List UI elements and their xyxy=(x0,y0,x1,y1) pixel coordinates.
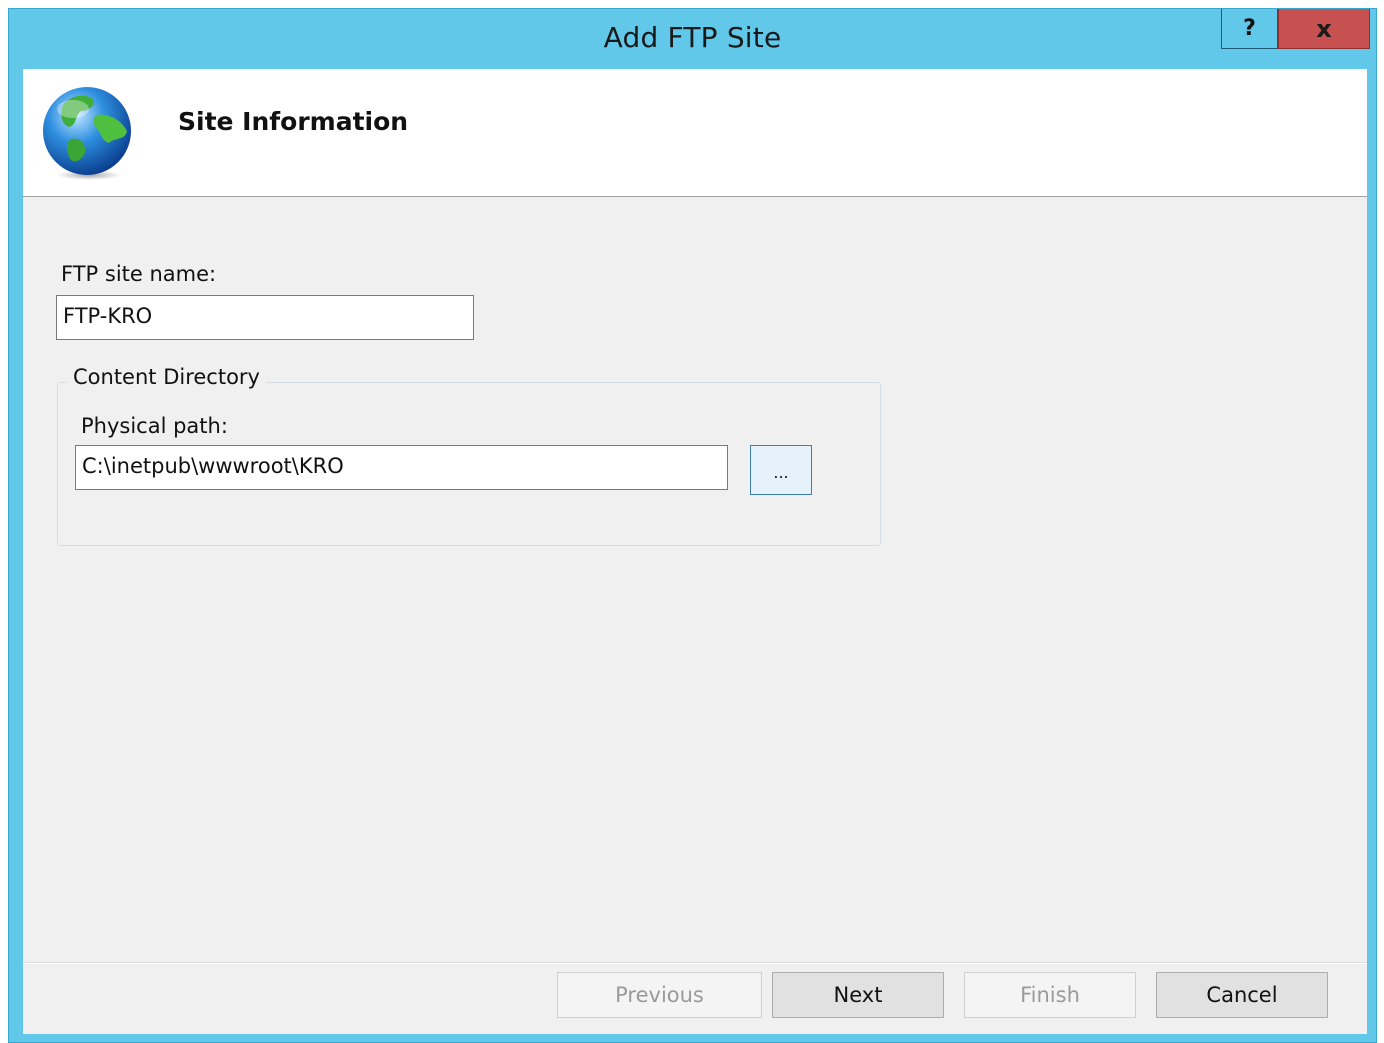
page-title: Site Information xyxy=(178,107,409,136)
browse-button[interactable]: ... xyxy=(750,445,812,495)
content-directory-label: Content Directory xyxy=(67,365,266,389)
site-name-label: FTP site name: xyxy=(61,262,217,286)
previous-button[interactable]: Previous xyxy=(557,972,762,1018)
finish-button[interactable]: Finish xyxy=(964,972,1136,1018)
globe-icon xyxy=(43,87,131,180)
physical-path-input[interactable]: C:\inetpub\wwwroot\KRO xyxy=(75,445,728,490)
footer-divider xyxy=(23,963,1367,964)
wizard-header: Site Information xyxy=(23,69,1367,197)
physical-path-label: Physical path: xyxy=(81,414,228,438)
title-bar[interactable]: Add FTP Site ? x xyxy=(9,9,1376,69)
close-button[interactable]: x xyxy=(1278,9,1370,49)
site-name-input[interactable]: FTP-KRO xyxy=(56,295,474,340)
cancel-button[interactable]: Cancel xyxy=(1156,972,1328,1018)
add-ftp-site-dialog: Add FTP Site ? x Site Information FTP si… xyxy=(8,8,1377,1043)
help-button[interactable]: ? xyxy=(1221,9,1278,49)
dialog-client-area: Site Information FTP site name: FTP-KRO … xyxy=(23,69,1367,1034)
window-title: Add FTP Site xyxy=(603,21,782,54)
next-button[interactable]: Next xyxy=(772,972,944,1018)
